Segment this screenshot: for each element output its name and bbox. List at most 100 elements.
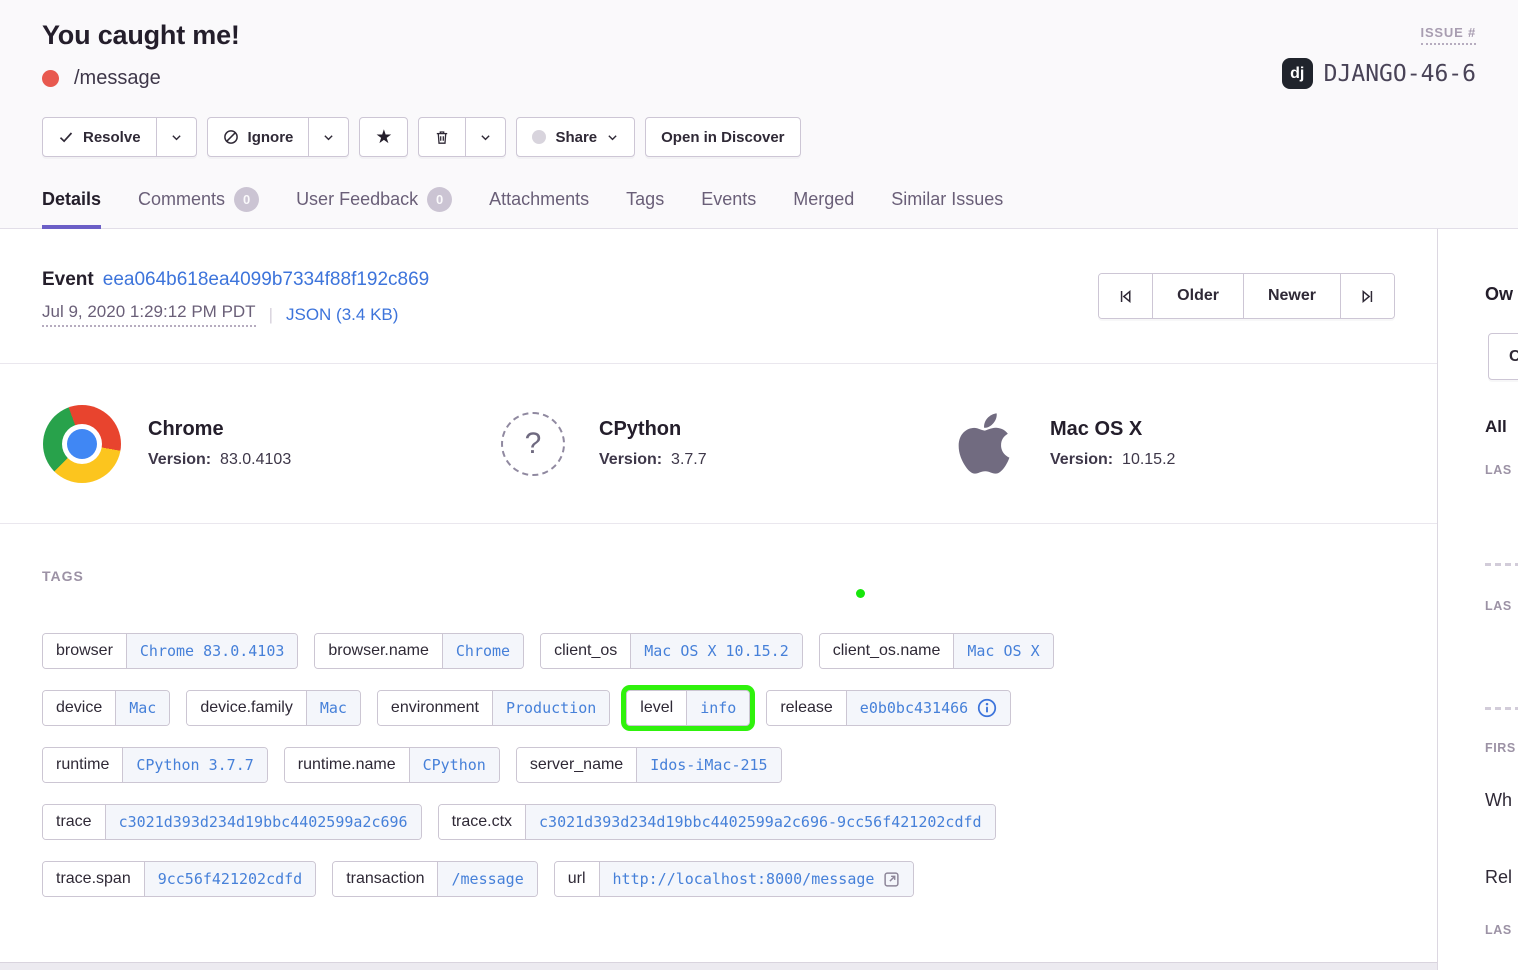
ignore-button[interactable]: Ignore: [207, 117, 310, 157]
newest-event-button[interactable]: [1340, 274, 1394, 318]
tag-row: trace c3021d393d234d19bbc4402599a2c696 t…: [42, 804, 1395, 840]
tag-row: trace.span 9cc56f421202cdfd transaction …: [42, 861, 1395, 897]
tag-pill-runtime: runtime CPython 3.7.7: [42, 747, 268, 783]
tag-key: transaction: [333, 862, 437, 896]
version-value: 3.7.7: [667, 451, 707, 468]
tag-value-link[interactable]: Mac OS X: [953, 634, 1052, 668]
event-title: Eventeea064b618ea4099b7334f88f192c869: [42, 269, 429, 291]
ignore-dropdown-button[interactable]: [309, 117, 349, 157]
event-id-link[interactable]: eea064b618ea4099b7334f88f192c869: [103, 269, 430, 290]
resolve-dropdown-button[interactable]: [157, 117, 197, 157]
context-version: Version: 10.15.2: [1050, 451, 1175, 469]
context-text: Mac OS X Version: 10.15.2: [1050, 418, 1175, 469]
page-title: You caught me!: [42, 20, 240, 51]
delete-dropdown-button[interactable]: [466, 117, 506, 157]
tag-value-link[interactable]: Mac: [115, 691, 169, 725]
context-title: Chrome: [148, 418, 291, 441]
tab-attachments[interactable]: Attachments: [489, 187, 589, 229]
share-button[interactable]: Share: [516, 117, 635, 157]
context-icon: ?: [493, 412, 573, 476]
django-project-icon: dj: [1282, 58, 1313, 89]
newer-event-button[interactable]: Newer: [1243, 274, 1340, 318]
open-in-discover-button[interactable]: Open in Discover: [645, 117, 800, 157]
tag-value-link[interactable]: Mac OS X 10.15.2: [630, 634, 802, 668]
sidebar-text-fragment: Wh: [1485, 790, 1512, 811]
tab-label: Merged: [793, 189, 854, 210]
right-sidebar: Ow C All LAS LAS FIRS Wh Rel LAS: [1437, 229, 1518, 970]
tag-value-text: http://localhost:8000/message: [613, 870, 875, 888]
tag-value-text: c3021d393d234d19bbc4402599a2c696-9cc56f4…: [539, 813, 982, 831]
meta-separator: |: [269, 305, 273, 325]
count-badge: 0: [234, 187, 259, 212]
tag-value-link[interactable]: Mac: [306, 691, 360, 725]
event-contexts: Chrome Version: 83.0.4103 ? CPython Vers…: [0, 364, 1437, 524]
event-timestamp: Jul 9, 2020 1:29:12 PM PDT: [42, 302, 256, 327]
tag-value-link[interactable]: Chrome 83.0.4103: [126, 634, 298, 668]
tag-pill-trace-span: trace.span 9cc56f421202cdfd: [42, 861, 316, 897]
tag-key: browser: [43, 634, 126, 668]
tag-pill-trace-ctx: trace.ctx c3021d393d234d19bbc4402599a2c6…: [438, 804, 996, 840]
context-version: Version: 3.7.7: [599, 451, 707, 469]
tag-key: client_os.name: [820, 634, 954, 668]
tab-tags[interactable]: Tags: [626, 187, 664, 229]
tag-row: device Mac device.family Mac environment…: [42, 690, 1395, 726]
open-in-discover-label: Open in Discover: [661, 129, 784, 146]
tag-value-text: Mac: [320, 699, 347, 717]
tag-value-text: Mac OS X: [967, 642, 1039, 660]
main-column: Eventeea064b618ea4099b7334f88f192c869 Ju…: [0, 229, 1437, 970]
older-event-button[interactable]: Older: [1152, 274, 1243, 318]
skip-to-first-icon: [1117, 288, 1134, 305]
tag-value-link[interactable]: c3021d393d234d19bbc4402599a2c696: [105, 805, 421, 839]
tag-value-link[interactable]: 9cc56f421202cdfd: [144, 862, 316, 896]
tag-pill-client-os: client_os Mac OS X 10.15.2: [540, 633, 803, 669]
tag-value-link[interactable]: info: [686, 691, 749, 725]
event-header: Eventeea064b618ea4099b7334f88f192c869 Ju…: [0, 229, 1437, 364]
event-info: Eventeea064b618ea4099b7334f88f192c869 Ju…: [42, 269, 429, 327]
tag-key: level: [627, 691, 686, 725]
resolve-button[interactable]: Resolve: [42, 117, 157, 157]
tag-value-text: Mac: [129, 699, 156, 717]
tab-label: Events: [701, 189, 756, 210]
resolve-button-group: Resolve: [42, 117, 197, 157]
delete-button[interactable]: [418, 117, 466, 157]
tag-value-link[interactable]: CPython: [409, 748, 499, 782]
tag-key: environment: [378, 691, 492, 725]
tag-value-link[interactable]: CPython 3.7.7: [122, 748, 266, 782]
tag-value-link[interactable]: c3021d393d234d19bbc4402599a2c696-9cc56f4…: [525, 805, 995, 839]
tag-value-link[interactable]: http://localhost:8000/message: [599, 862, 914, 896]
tag-row: browser Chrome 83.0.4103 browser.name Ch…: [42, 633, 1395, 669]
tag-value-text: Mac OS X 10.15.2: [644, 642, 789, 660]
tab-label: Attachments: [489, 189, 589, 210]
info-icon[interactable]: [977, 698, 997, 718]
tag-value-link[interactable]: Idos-iMac-215: [636, 748, 780, 782]
chrome-icon: [43, 405, 121, 483]
oldest-event-button[interactable]: [1099, 274, 1152, 318]
context-card-mac-os-x: Mac OS X Version: 10.15.2: [944, 409, 1395, 478]
tab-merged[interactable]: Merged: [793, 187, 854, 229]
tab-details[interactable]: Details: [42, 187, 101, 229]
tag-value-link[interactable]: Production: [492, 691, 609, 725]
tab-events[interactable]: Events: [701, 187, 756, 229]
tag-pill-level: level info: [626, 690, 750, 726]
tab-similar-issues[interactable]: Similar Issues: [891, 187, 1003, 229]
tab-user-feedback[interactable]: User Feedback 0: [296, 187, 452, 229]
tag-value-link[interactable]: e0b0bc431466: [846, 691, 1010, 725]
tag-pill-release: release e0b0bc431466: [766, 690, 1011, 726]
apple-icon: [958, 409, 1010, 478]
tag-value-text: Chrome: [456, 642, 510, 660]
header-top: You caught me! /message ISSUE # dj DJANG…: [42, 20, 1476, 90]
json-download-link[interactable]: JSON (3.4 KB): [286, 305, 398, 325]
tag-pill-environment: environment Production: [377, 690, 610, 726]
context-card-cpython: ? CPython Version: 3.7.7: [493, 412, 944, 476]
version-value: 83.0.4103: [216, 451, 292, 468]
tag-value-link[interactable]: /message: [437, 862, 536, 896]
tag-key: runtime: [43, 748, 122, 782]
bookmark-star-button[interactable]: ★: [359, 117, 408, 157]
sidebar-truncated-button[interactable]: C: [1488, 333, 1518, 380]
ban-icon: [223, 129, 239, 145]
tag-value-link[interactable]: Chrome: [442, 634, 523, 668]
external-link-icon[interactable]: [883, 871, 900, 888]
tab-comments[interactable]: Comments 0: [138, 187, 259, 229]
issue-tabs: Details Comments 0 User Feedback 0 Attac…: [42, 187, 1476, 228]
tag-pill-browser: browser Chrome 83.0.4103: [42, 633, 298, 669]
